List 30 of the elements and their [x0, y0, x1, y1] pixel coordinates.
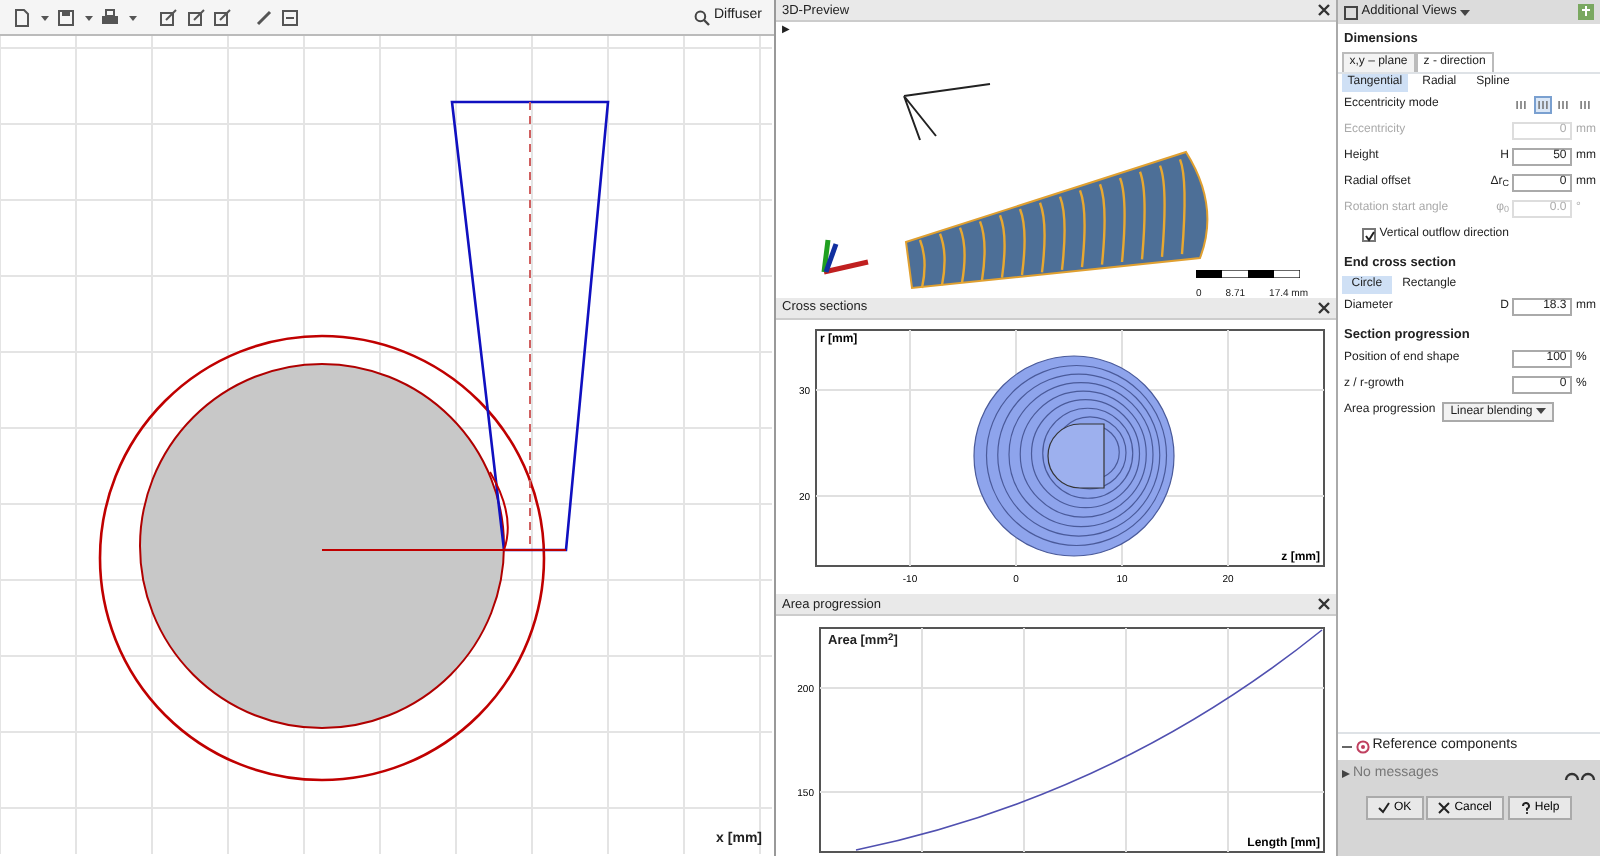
expand-icon[interactable]: [1341, 770, 1350, 778]
mode-icon[interactable]: [1533, 95, 1551, 114]
question-icon: [1519, 801, 1532, 813]
undo-redo-icon[interactable]: [1564, 767, 1597, 781]
mode-icon[interactable]: [1511, 95, 1530, 114]
checkbox[interactable]: [1362, 227, 1376, 242]
edit-icon[interactable]: [212, 7, 232, 27]
window-icon[interactable]: [1344, 5, 1358, 19]
check-icon: [1364, 229, 1376, 242]
close-icon[interactable]: [1318, 4, 1330, 16]
close-icon[interactable]: [1318, 301, 1330, 313]
caret-icon[interactable]: [1460, 7, 1471, 17]
mode-icon[interactable]: [1576, 95, 1594, 114]
caret-icon: [1536, 407, 1546, 416]
edit-icon[interactable]: [185, 7, 205, 27]
pencil-icon[interactable]: [253, 7, 273, 27]
close-icon[interactable]: [1318, 598, 1330, 610]
mode-icon[interactable]: [1554, 95, 1573, 114]
new-file-icon[interactable]: [12, 7, 32, 27]
collapse-icon[interactable]: [1341, 742, 1352, 752]
print-icon[interactable]: [100, 7, 120, 27]
check-icon: [1378, 801, 1391, 813]
search-icon[interactable]: [694, 9, 711, 25]
axis-triad-icon: [902, 82, 994, 142]
window-icon[interactable]: [280, 7, 300, 27]
close-icon: [1438, 801, 1451, 813]
component-icon: [1355, 740, 1369, 754]
save-icon[interactable]: [56, 7, 76, 27]
scale-bar-icon: [1196, 270, 1300, 279]
edit-icon[interactable]: [158, 7, 178, 27]
